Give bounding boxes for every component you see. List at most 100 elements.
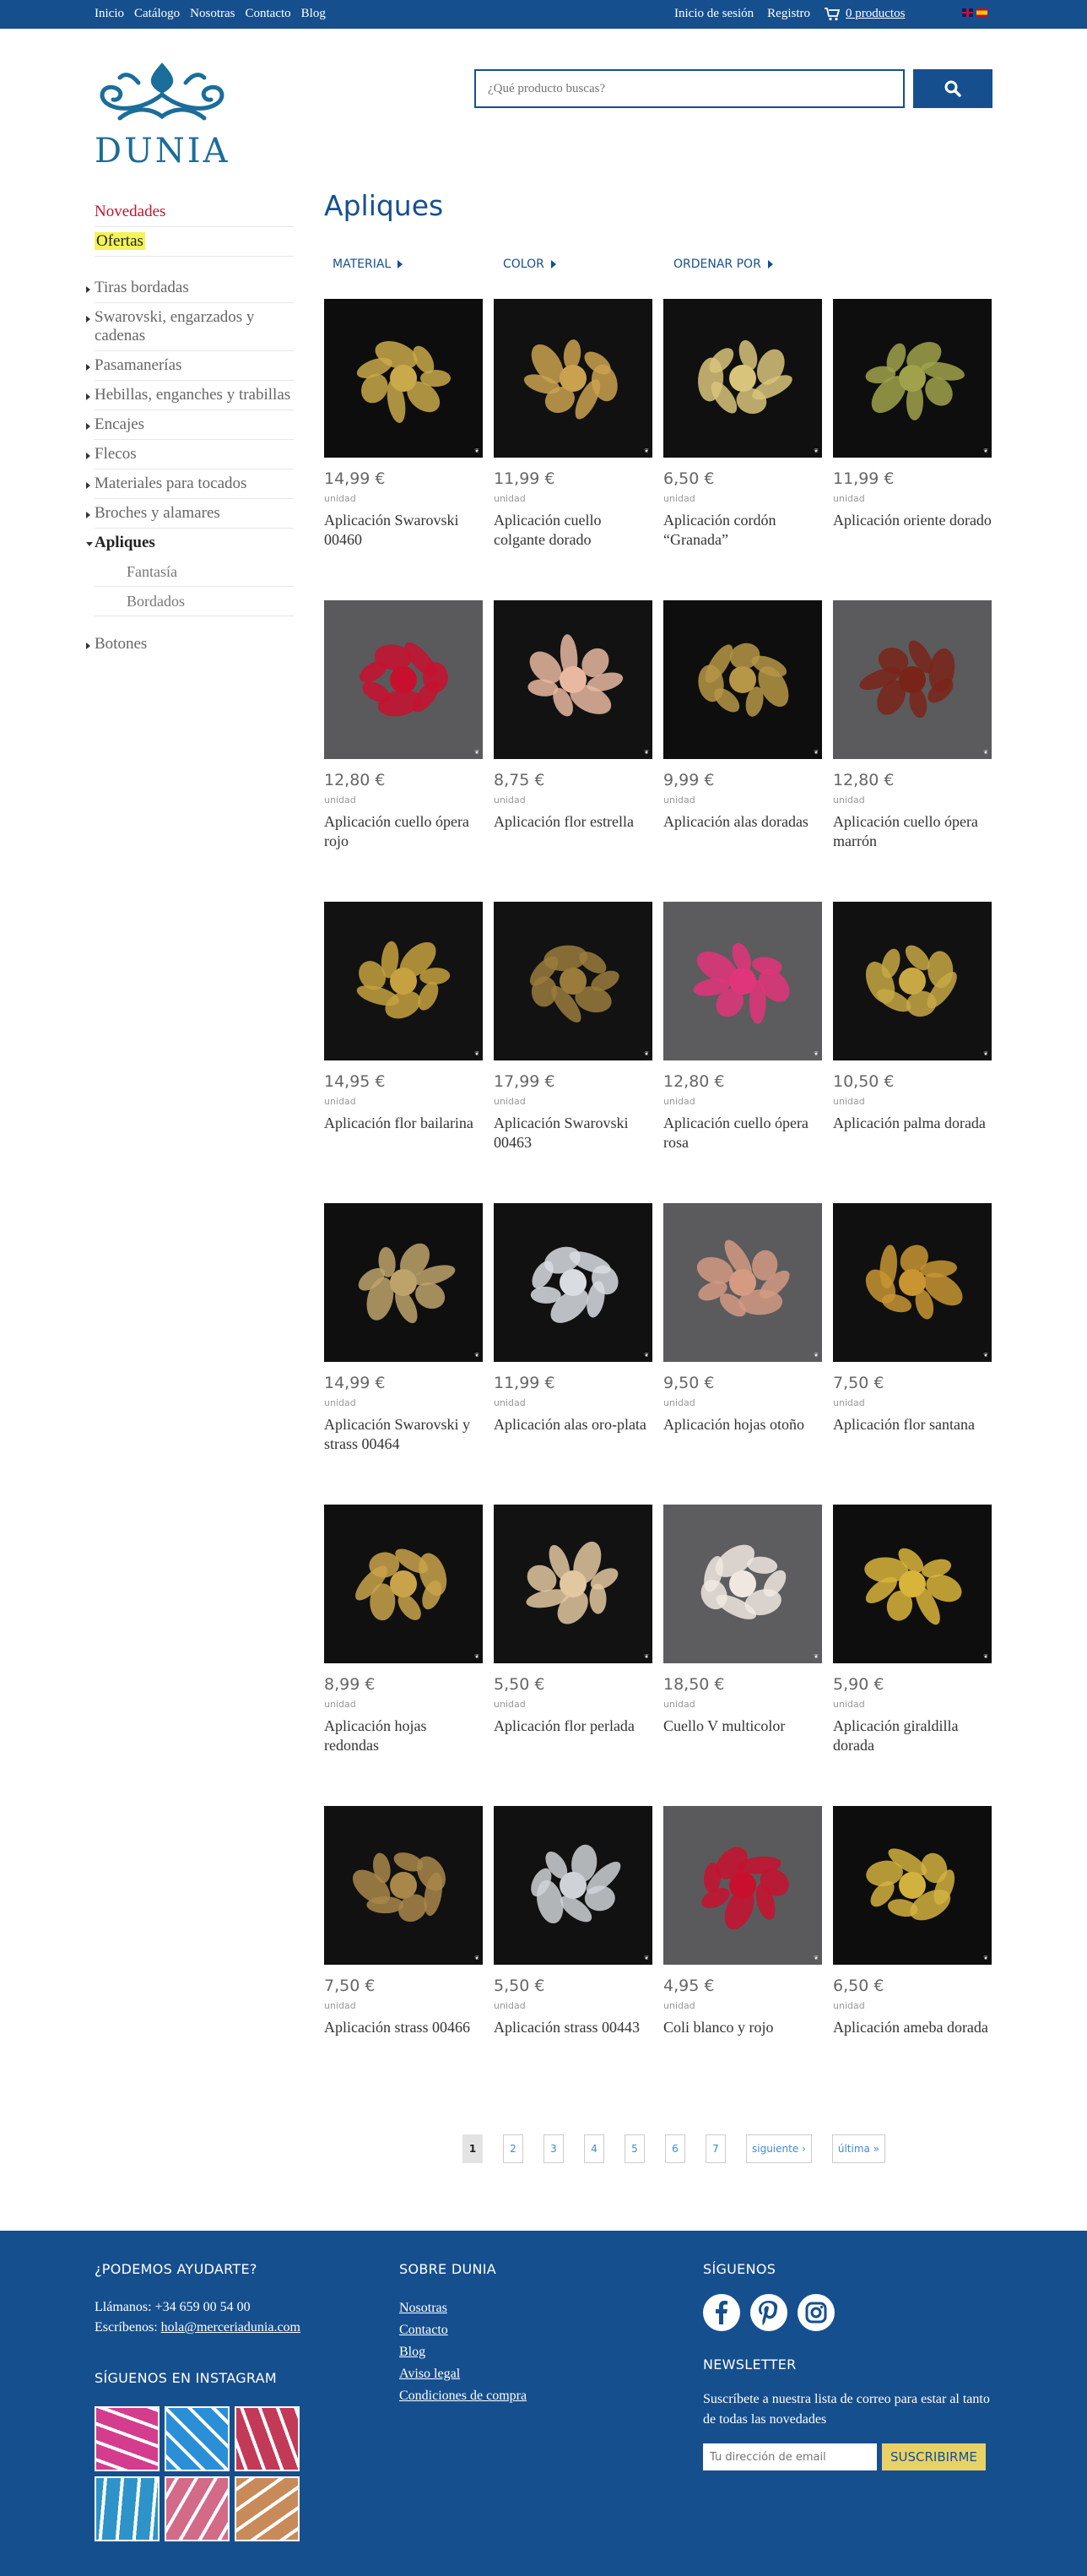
product-card[interactable]: ❦ 9,50 € unidad Aplicación hojas otoño (663, 1203, 822, 1505)
instagram-thumbnail[interactable] (235, 2406, 300, 2471)
product-image[interactable]: ❦ (494, 1203, 652, 1362)
search-input[interactable] (474, 69, 905, 108)
page-4[interactable]: 4 (584, 2134, 604, 2163)
product-card[interactable]: ❦ 6,50 € unidad Aplicación cordón “Granada” (663, 299, 822, 600)
product-image[interactable]: ❦ (833, 600, 992, 759)
product-card[interactable]: ❦ 14,95 € unidad Aplicación flor bailarina (324, 902, 483, 1203)
nav-inicio[interactable]: Inicio (95, 7, 124, 21)
product-card[interactable]: ❦ 7,50 € unidad Aplicación strass 00466 (324, 1806, 483, 2107)
page-2[interactable]: 2 (503, 2134, 523, 2163)
product-image[interactable]: ❦ (663, 1505, 822, 1663)
product-name[interactable]: Aplicación alas oro-plata (494, 1415, 652, 1434)
product-card[interactable]: ❦ 5,50 € unidad Aplicación strass 00443 (494, 1806, 652, 2107)
sidebar-item-flecos[interactable]: Flecos (86, 440, 294, 469)
page-6[interactable]: 6 (665, 2134, 685, 2163)
product-name[interactable]: Aplicación cuello ópera rojo (324, 812, 483, 851)
instagram-icon[interactable] (798, 2294, 835, 2331)
product-name[interactable]: Aplicación cuello ópera marrón (833, 812, 992, 851)
product-card[interactable]: ❦ 18,50 € unidad Cuello V multicolor (663, 1505, 822, 1806)
product-name[interactable]: Aplicación ameba dorada (833, 2018, 992, 2037)
login-link[interactable]: Inicio de sesión (674, 7, 754, 21)
product-name[interactable]: Aplicación Swarovski 00463 (494, 1114, 652, 1152)
product-card[interactable]: ❦ 4,95 € unidad Coli blanco y rojo (663, 1806, 822, 2107)
product-card[interactable]: ❦ 10,50 € unidad Aplicación palma dorada (833, 902, 992, 1203)
product-image[interactable]: ❦ (833, 1203, 992, 1362)
product-card[interactable]: ❦ 7,50 € unidad Aplicación flor santana (833, 1203, 992, 1505)
product-image[interactable]: ❦ (494, 1806, 652, 1965)
logo[interactable]: DUNIA (95, 57, 230, 171)
product-name[interactable]: Aplicación Swarovski 00460 (324, 511, 483, 550)
filter-sort[interactable]: ORDENAR POR (665, 252, 836, 277)
subscribe-button[interactable]: SUSCRIBIRME (882, 2443, 986, 2470)
product-image[interactable]: ❦ (833, 1505, 992, 1663)
product-image[interactable]: ❦ (494, 1505, 652, 1663)
next-page[interactable]: siguiente › (746, 2134, 812, 2163)
instagram-thumbnail[interactable] (165, 2406, 230, 2471)
footer-link-condiciones[interactable]: Condiciones de compra (399, 2385, 652, 2407)
product-image[interactable]: ❦ (324, 1806, 483, 1965)
sidebar-item-ofertas[interactable]: Ofertas (95, 232, 294, 257)
footer-link-blog[interactable]: Blog (399, 2341, 652, 2363)
product-image[interactable]: ❦ (663, 1806, 822, 1965)
product-name[interactable]: Coli blanco y rojo (663, 2018, 822, 2037)
product-name[interactable]: Aplicación cordón “Granada” (663, 511, 822, 550)
product-card[interactable]: ❦ 5,90 € unidad Aplicación giraldilla dorad… (833, 1505, 992, 1806)
product-card[interactable]: ❦ 17,99 € unidad Aplicación Swarovski 00463 (494, 902, 652, 1203)
product-image[interactable]: ❦ (324, 600, 483, 759)
product-name[interactable]: Aplicación Swarovski y strass 00464 (324, 1415, 483, 1454)
product-name[interactable]: Cuello V multicolor (663, 1716, 822, 1736)
filter-material[interactable]: MATERIAL (324, 252, 495, 277)
product-card[interactable]: ❦ 12,80 € unidad Aplicación cuello ópera ro… (324, 600, 483, 902)
product-name[interactable]: Aplicación giraldilla dorada (833, 1716, 992, 1755)
sidebar-item-encajes[interactable]: Encajes (86, 410, 294, 440)
flag-es-icon[interactable] (976, 8, 987, 17)
product-card[interactable]: ❦ 14,99 € unidad Aplicación Swarovski 00460 (324, 299, 483, 600)
email-link[interactable]: hola@merceriadunia.com (161, 2320, 300, 2335)
instagram-thumbnail[interactable] (165, 2476, 230, 2541)
product-name[interactable]: Aplicación hojas otoño (663, 1415, 822, 1434)
product-card[interactable]: ❦ 5,50 € unidad Aplicación flor perlada (494, 1505, 652, 1806)
product-card[interactable]: ❦ 8,75 € unidad Aplicación flor estrella (494, 600, 652, 902)
sidebar-item-broches[interactable]: Broches y alamares (86, 499, 294, 529)
product-name[interactable]: Aplicación cuello ópera rosa (663, 1114, 822, 1152)
product-image[interactable]: ❦ (324, 299, 483, 458)
product-name[interactable]: Aplicación strass 00443 (494, 2018, 652, 2037)
product-image[interactable]: ❦ (494, 299, 652, 458)
page-1[interactable]: 1 (462, 2134, 483, 2163)
product-name[interactable]: Aplicación flor perlada (494, 1716, 652, 1736)
instagram-thumbnail[interactable] (235, 2476, 300, 2541)
product-image[interactable]: ❦ (324, 1203, 483, 1362)
product-name[interactable]: Aplicación flor estrella (494, 812, 652, 832)
product-card[interactable]: ❦ 11,99 € unidad Aplicación oriente dorado (833, 299, 992, 600)
product-image[interactable]: ❦ (324, 902, 483, 1060)
nav-nosotras[interactable]: Nosotras (190, 7, 235, 21)
product-name[interactable]: Aplicación alas doradas (663, 812, 822, 832)
search-button[interactable] (913, 69, 992, 108)
nav-contacto[interactable]: Contacto (245, 7, 290, 21)
sidebar-subitem-bordados[interactable]: Bordados (95, 587, 294, 616)
product-card[interactable]: ❦ 12,80 € unidad Aplicación cuello ópera ro… (663, 902, 822, 1203)
footer-link-contacto[interactable]: Contacto (399, 2319, 652, 2341)
product-image[interactable]: ❦ (663, 299, 822, 458)
nav-catalogo[interactable]: Catálogo (134, 7, 180, 21)
product-image[interactable]: ❦ (833, 299, 992, 458)
footer-link-nosotras[interactable]: Nosotras (399, 2297, 652, 2319)
instagram-thumbnail[interactable] (95, 2406, 160, 2471)
product-name[interactable]: Aplicación flor bailarina (324, 1114, 483, 1133)
filter-color[interactable]: COLOR (495, 252, 665, 277)
instagram-thumbnail[interactable] (95, 2476, 160, 2541)
product-name[interactable]: Aplicación oriente dorado (833, 511, 992, 530)
sidebar-item-tocados[interactable]: Materiales para tocados (86, 469, 294, 499)
product-card[interactable]: ❦ 12,80 € unidad Aplicación cuello ópera ma… (833, 600, 992, 902)
newsletter-email-input[interactable] (703, 2443, 877, 2470)
flag-en-icon[interactable] (962, 8, 973, 17)
sidebar-item-swarovski[interactable]: Swarovski, engarzados y cadenas (86, 303, 294, 351)
product-name[interactable]: Aplicación hojas redondas (324, 1716, 483, 1755)
product-card[interactable]: ❦ 14,99 € unidad Aplicación Swarovski y str… (324, 1203, 483, 1505)
product-name[interactable]: Aplicación cuello colgante dorado (494, 511, 652, 550)
pinterest-icon[interactable] (750, 2294, 787, 2331)
product-image[interactable]: ❦ (494, 600, 652, 759)
facebook-icon[interactable] (703, 2294, 740, 2331)
page-3[interactable]: 3 (544, 2134, 564, 2163)
page-5[interactable]: 5 (625, 2134, 645, 2163)
